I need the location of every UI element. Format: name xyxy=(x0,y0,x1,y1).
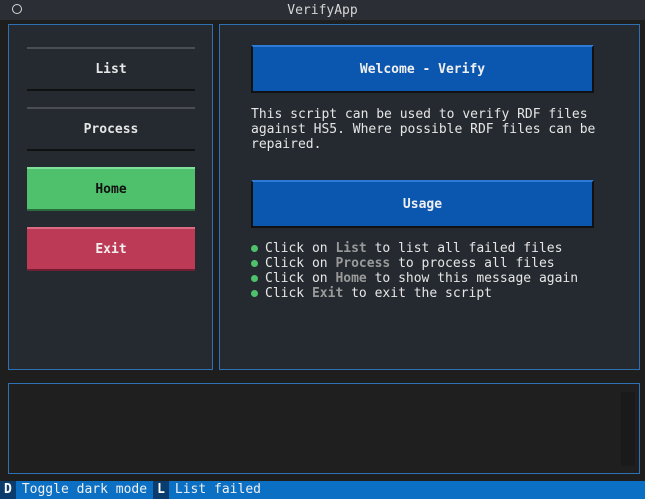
usage-item: Click on List to list all failed files xyxy=(251,241,578,256)
main-panel: Welcome - Verify This script can be used… xyxy=(219,24,640,370)
log-panel[interactable] xyxy=(8,383,640,474)
bullet-icon xyxy=(251,245,258,252)
welcome-button[interactable]: Welcome - Verify xyxy=(251,45,594,93)
usage-item: Click on Process to process all files xyxy=(251,256,578,271)
list-failed-label[interactable]: List failed xyxy=(169,481,267,499)
bullet-icon xyxy=(251,275,258,282)
title-bar: VerifyApp xyxy=(0,0,645,20)
dark-mode-label[interactable]: Toggle dark mode xyxy=(16,481,153,499)
list-failed-key[interactable]: L xyxy=(153,481,169,499)
usage-key: Home xyxy=(335,271,367,286)
window-circle-icon[interactable] xyxy=(12,4,22,14)
usage-key: List xyxy=(335,241,367,256)
usage-item: Click Exit to exit the script xyxy=(251,286,578,301)
exit-button[interactable]: Exit xyxy=(27,227,195,271)
usage-key: Exit xyxy=(311,286,344,301)
description-text: This script can be used to verify RDF fi… xyxy=(251,107,596,152)
usage-item: Click on Home to show this message again xyxy=(251,271,578,286)
log-scrollbar[interactable] xyxy=(621,392,635,466)
window-title: VerifyApp xyxy=(287,2,358,18)
usage-button[interactable]: Usage xyxy=(251,180,594,228)
process-button[interactable]: Process xyxy=(27,107,195,151)
usage-list: Click on List to list all failed files C… xyxy=(251,241,578,301)
usage-key: Process xyxy=(335,256,391,271)
bullet-icon xyxy=(251,260,258,267)
home-button[interactable]: Home xyxy=(27,167,195,211)
sidebar: List Process Home Exit xyxy=(8,24,213,370)
bullet-icon xyxy=(251,290,258,297)
list-button[interactable]: List xyxy=(27,47,195,91)
dark-mode-key[interactable]: D xyxy=(0,481,16,499)
footer-bar: D Toggle dark mode L List failed xyxy=(0,481,645,499)
